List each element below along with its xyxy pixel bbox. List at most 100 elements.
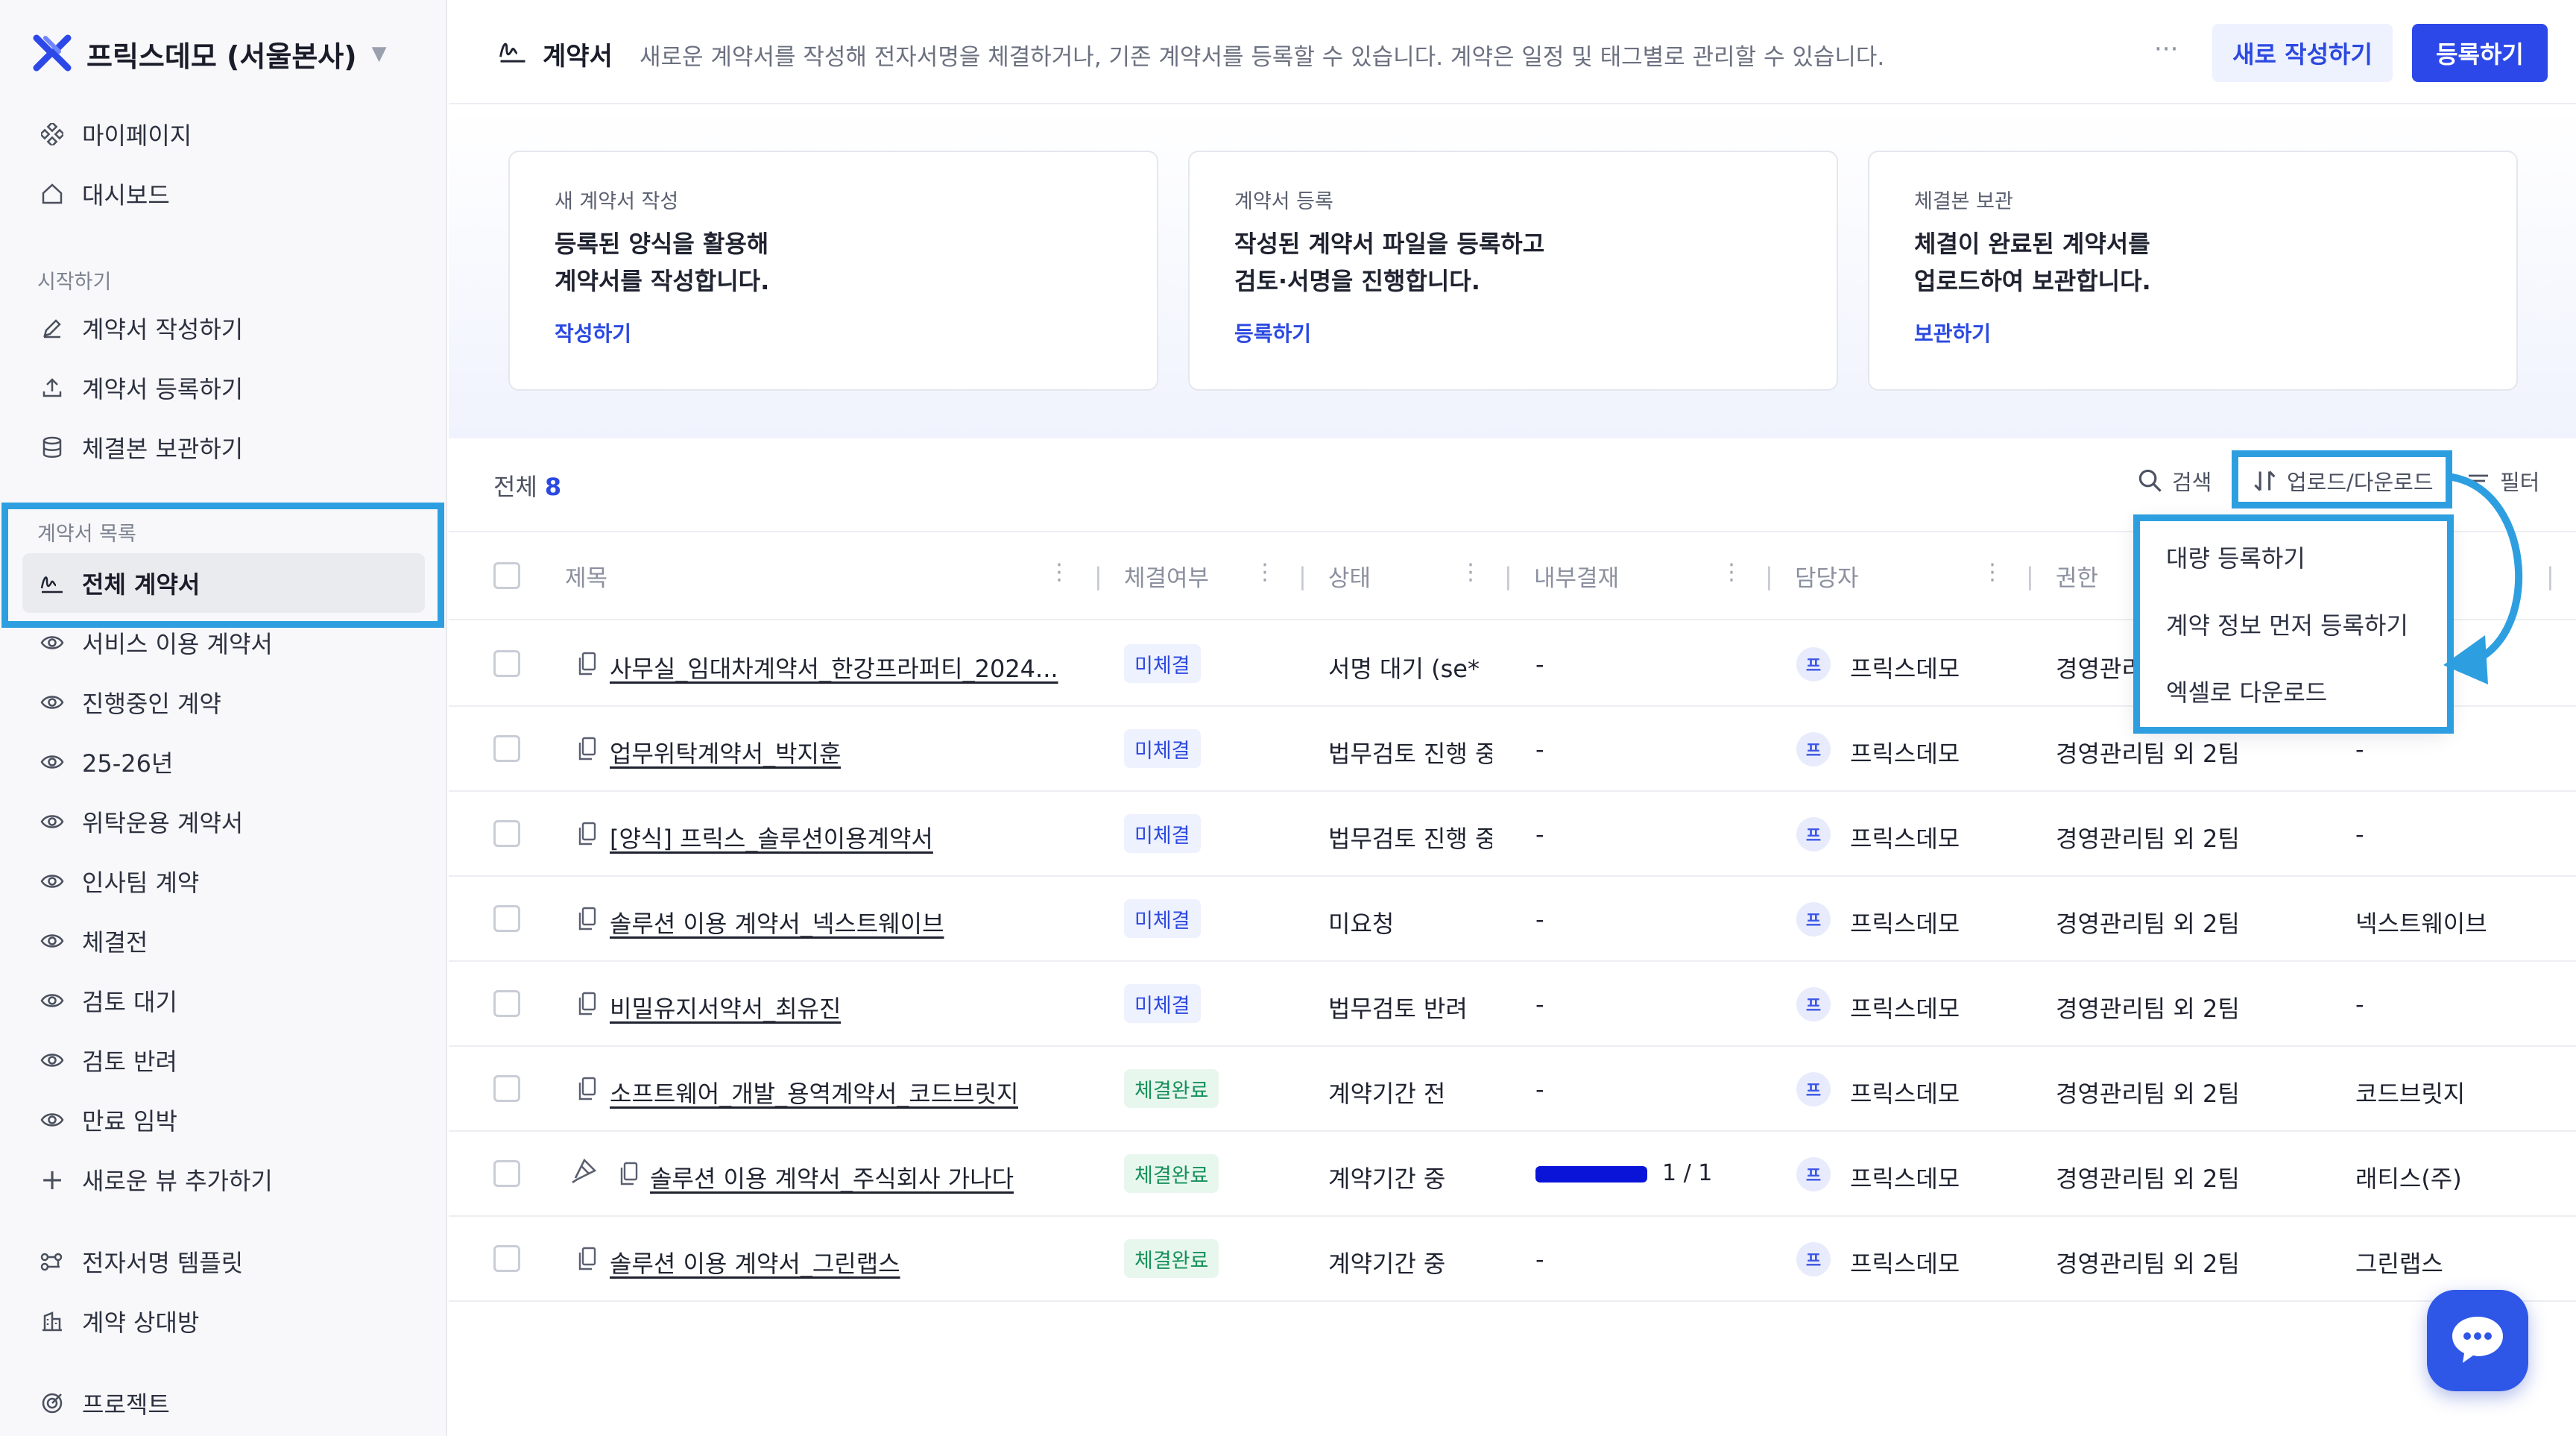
row-checkbox[interactable] — [493, 1160, 520, 1187]
sidebar-item-view[interactable]: 서비스 이용 계약서 — [37, 620, 273, 665]
card-new-contract[interactable]: 새 계약서 작성 등록된 양식을 활용해 계약서를 작성합니다. 작성하기 — [508, 151, 1158, 391]
column-status[interactable]: 상태 — [1328, 559, 1371, 593]
menu-item-register-info-first[interactable]: 계약 정보 먼저 등록하기 — [2166, 607, 2408, 641]
menu-item-bulk-register[interactable]: 대량 등록하기 — [2166, 540, 2305, 574]
table-row[interactable]: 소프트웨어_개발_용역계약서_코드브릿지 체결완료 계약기간 전 - 프 프릭스데모 경영관… — [449, 1047, 2576, 1132]
home-icon — [37, 179, 67, 209]
sidebar-item-templates[interactable]: 전자서명 템플릿 — [37, 1239, 243, 1284]
contract-title-link[interactable]: 솔루션 이용 계약서_그린랩스 — [610, 1245, 900, 1279]
status-text: 계약기간 전 — [1328, 1080, 1446, 1108]
row-checkbox[interactable] — [493, 905, 520, 932]
column-menu-icon[interactable]: ⋮ — [1720, 559, 1743, 585]
owner-avatar: 프 — [1796, 1072, 1831, 1106]
sidebar-item-mypage[interactable]: 마이페이지 — [37, 112, 192, 157]
table-row[interactable]: 솔루션 이용 계약서_넥스트웨이브 미체결 미요청 - 프 프릭스데모 경영관리팀 외 2팀… — [449, 877, 2576, 962]
status-text: 법무검토 진행 중 — [1328, 825, 1492, 853]
card-link-write[interactable]: 작성하기 — [555, 318, 631, 347]
column-menu-icon[interactable]: ⋮ — [1254, 559, 1276, 585]
status-text: 계약기간 중 — [1328, 1250, 1446, 1278]
contract-title-link[interactable]: 사무실_임대차계약서_한강프라퍼티_2024... — [610, 650, 1058, 684]
sidebar-item-view[interactable]: 인사팀 계약 — [37, 859, 199, 904]
card-link-archive[interactable]: 보관하기 — [1914, 318, 1991, 347]
row-checkbox[interactable] — [493, 990, 520, 1017]
sidebar-item-label: 계약서 작성하기 — [82, 315, 244, 344]
sidebar-item-add-view[interactable]: + 새로운 뷰 추가하기 — [37, 1157, 273, 1202]
approval-text: - — [1535, 650, 1544, 678]
workspace-switcher[interactable]: 프릭스데모 (서울본사) ▼ — [30, 30, 387, 78]
sidebar-item-view[interactable]: 검토 반려 — [37, 1038, 177, 1083]
sidebar-item-label: 검토 반려 — [82, 1048, 177, 1076]
table-row[interactable]: 비밀유지서약서_최유진 미체결 법무검토 반려 - 프 프릭스데모 경영관리팀 외 2팀 - — [449, 962, 2576, 1047]
approval-text: - — [1535, 990, 1544, 1018]
column-menu-icon[interactable]: ⋮ — [1459, 559, 1482, 585]
column-permission[interactable]: 권한 — [2056, 559, 2098, 593]
contract-title-link[interactable]: 소프트웨어_개발_용역계약서_코드브릿지 — [610, 1075, 1018, 1109]
row-checkbox[interactable] — [493, 820, 520, 847]
column-title[interactable]: 제목 — [565, 559, 607, 593]
status-text: 법무검토 반려 — [1328, 995, 1468, 1023]
eye-icon — [37, 986, 67, 1015]
select-all-checkbox[interactable] — [493, 562, 520, 589]
column-menu-icon[interactable]: ⋮ — [1048, 559, 1070, 585]
contract-title-link[interactable]: 업무위탁계약서_박지훈 — [610, 735, 841, 769]
sidebar-item-register[interactable]: 계약서 등록하기 — [37, 365, 243, 410]
row-checkbox[interactable] — [493, 1075, 520, 1102]
contract-title-link[interactable]: [양식] 프릭스_솔루션이용계약서 — [610, 820, 933, 854]
sidebar-item-dashboard[interactable]: 대시보드 — [37, 171, 170, 216]
signed-status-badge: 미체결 — [1124, 729, 1201, 768]
signed-status-badge: 미체결 — [1124, 899, 1201, 938]
sidebar-item-view[interactable]: 위탁운용 계약서 — [37, 799, 243, 844]
eye-icon — [37, 628, 67, 658]
sidebar-item-label: 위탁운용 계약서 — [82, 809, 244, 837]
section-contract-list: 계약서 목록 — [37, 523, 136, 546]
sidebar-item-view[interactable]: 25-26년 — [37, 740, 173, 784]
counterparty-text: 그린랩스 — [2355, 1250, 2443, 1278]
eye-icon — [37, 1105, 67, 1135]
signed-status-badge: 미체결 — [1124, 984, 1201, 1023]
workspace-logo-icon — [30, 31, 75, 76]
sidebar-item-projects[interactable]: 프로젝트 — [37, 1381, 170, 1426]
row-checkbox[interactable] — [493, 650, 520, 677]
signed-status-badge: 체결완료 — [1124, 1154, 1219, 1193]
sidebar-item-all-contracts[interactable]: 전체 계약서 — [37, 561, 200, 605]
table-row[interactable]: 솔루션 이용 계약서_주식회사 가나다 체결완료 계약기간 중 1 / 1 프 프릭스데모… — [449, 1132, 2576, 1217]
pencil-icon — [37, 313, 67, 343]
sidebar-item-archive[interactable]: 체결본 보관하기 — [37, 425, 243, 470]
row-checkbox[interactable] — [493, 735, 520, 762]
more-options-button[interactable]: ··· — [2154, 34, 2178, 64]
table-row[interactable]: [양식] 프릭스_솔루션이용계약서 미체결 법무검토 진행 중 - 프 프릭스데모 경영관리… — [449, 792, 2576, 877]
search-button[interactable]: 검색 — [2138, 465, 2212, 497]
menu-item-excel-download[interactable]: 엑셀로 다운로드 — [2166, 674, 2327, 708]
table-row[interactable]: 솔루션 이용 계약서_그린랩스 체결완료 계약기간 중 - 프 프릭스데모 경영관리팀 외 … — [449, 1217, 2576, 1302]
new-contract-button[interactable]: 새로 작성하기 — [2212, 24, 2393, 82]
upload-download-button[interactable]: 업로드/다운로드 — [2253, 465, 2434, 497]
sidebar-item-counterparties[interactable]: 계약 상대방 — [37, 1299, 199, 1344]
sidebar-item-view[interactable]: 만료 임박 — [37, 1098, 177, 1142]
sidebar-item-view[interactable]: 진행중인 계약 — [37, 680, 221, 725]
owner-name: 프릭스데모 — [1850, 1080, 1960, 1108]
owner-name: 프릭스데모 — [1850, 825, 1960, 853]
sort-arrows-icon — [2253, 468, 2278, 494]
column-owner[interactable]: 담당자 — [1795, 559, 1859, 593]
card-register-contract[interactable]: 계약서 등록 작성된 계약서 파일을 등록하고 검토·서명을 진행합니다. 등록… — [1188, 151, 1838, 391]
card-archive[interactable]: 체결본 보관 체결이 완료된 계약서를 업로드하여 보관합니다. 보관하기 — [1868, 151, 2518, 391]
contract-title-link[interactable]: 솔루션 이용 계약서_주식회사 가나다 — [650, 1160, 1014, 1194]
approval-text: - — [1535, 1245, 1544, 1273]
card-link-register[interactable]: 등록하기 — [1234, 318, 1311, 347]
sidebar-item-view[interactable]: 체결전 — [37, 919, 148, 963]
sidebar-item-view[interactable]: 검토 대기 — [37, 978, 177, 1023]
contract-title-link[interactable]: 비밀유지서약서_최유진 — [610, 990, 841, 1024]
owner-avatar: 프 — [1796, 817, 1831, 851]
row-checkbox[interactable] — [493, 1245, 520, 1272]
total-label: 전체 — [493, 473, 537, 501]
column-menu-icon[interactable]: ⋮ — [1981, 559, 2004, 585]
column-approval[interactable]: 내부결재 — [1534, 559, 1619, 593]
target-icon — [37, 1388, 67, 1418]
contract-title-link[interactable]: 솔루션 이용 계약서_넥스트웨이브 — [610, 905, 944, 939]
card-label: 새 계약서 작성 — [555, 190, 679, 213]
column-signed[interactable]: 체결여부 — [1124, 559, 1209, 593]
register-button[interactable]: 등록하기 — [2412, 24, 2548, 82]
chevron-down-icon: ▼ — [371, 42, 387, 65]
chat-support-button[interactable] — [2427, 1290, 2528, 1391]
sidebar-item-write[interactable]: 계약서 작성하기 — [37, 306, 243, 350]
